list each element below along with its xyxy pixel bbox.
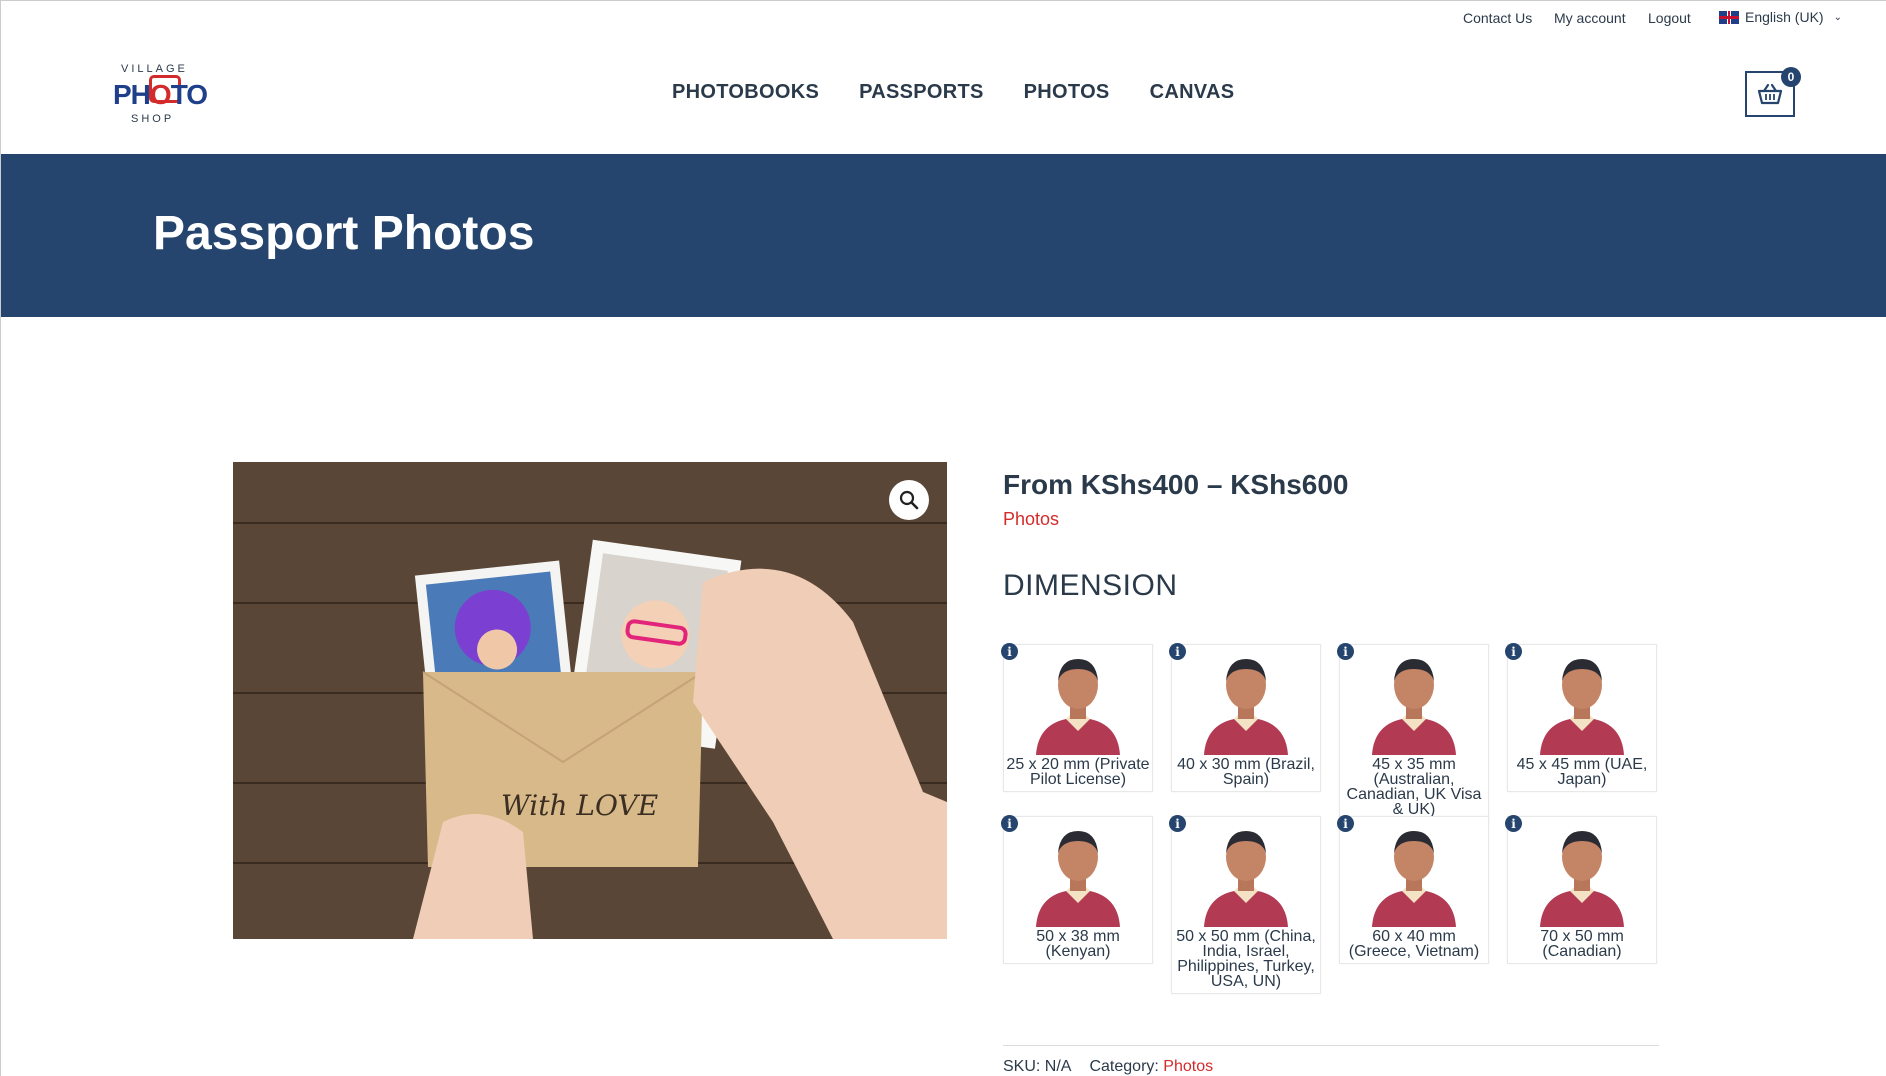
nav-passports[interactable]: PASSPORTS [859,81,984,104]
info-icon[interactable]: i [1505,815,1522,832]
dimension-option[interactable]: 45 x 45 mm (UAE, Japan) [1507,644,1657,792]
avatar-icon [1540,659,1624,755]
info-icon[interactable]: i [1505,643,1522,660]
language-switcher[interactable]: English (UK) ⌄ [1719,9,1842,25]
cart-button[interactable]: 0 [1745,67,1801,117]
logo-text-shop: SHOP [131,113,175,125]
dimension-thumbnail [1172,817,1320,927]
info-icon[interactable]: i [1169,643,1186,660]
page-banner: Passport Photos [1,154,1886,317]
category-link[interactable]: Photos [1163,1058,1213,1075]
dimension-option[interactable]: 25 x 20 mm (Private Pilot License) [1003,644,1153,792]
product-category-link[interactable]: Photos [1003,509,1059,530]
avatar-icon [1036,831,1120,927]
contact-us-link[interactable]: Contact Us [1463,10,1532,26]
top-utility-bar: Contact Us My account Logout English (UK… [1,1,1886,37]
dimension-option-label: 50 x 50 mm (China, India, Israel, Philip… [1176,928,1316,990]
photo-envelope-illustration: With LOVE [413,539,947,939]
dimension-option-label: 50 x 38 mm (Kenyan) [1036,928,1120,960]
nav-canvas[interactable]: CANVAS [1150,81,1235,104]
language-label: English (UK) [1745,9,1824,25]
site-logo[interactable]: VILLAGE PHOTO SHOP [99,57,209,137]
sku: SKU: N/A [1003,1058,1072,1075]
info-icon[interactable]: i [1169,815,1186,832]
avatar-icon [1540,831,1624,927]
nav-photos[interactable]: PHOTOS [1024,81,1110,104]
dimension-thumbnail [1172,645,1320,755]
dimension-thumbnail [1004,645,1152,755]
info-icon[interactable]: i [1337,815,1354,832]
dimension-option[interactable]: 50 x 38 mm (Kenyan) [1003,816,1153,964]
avatar-icon [1036,659,1120,755]
dimension-thumbnail [1004,817,1152,927]
category: Category: Photos [1089,1058,1214,1075]
avatar-icon [1204,659,1288,755]
dimension-option-label: 40 x 30 mm (Brazil, Spain) [1177,756,1315,788]
chevron-down-icon: ⌄ [1833,11,1842,23]
page-title: Passport Photos [153,207,535,260]
cart-count-badge: 0 [1781,67,1801,87]
svg-text:With LOVE: With LOVE [501,789,658,822]
dimension-thumbnail [1340,645,1488,755]
meta-divider [1003,1045,1659,1046]
logo-text-village: VILLAGE [121,63,188,75]
dimension-label: DIMENSION [1003,569,1178,602]
basket-icon [1757,83,1783,105]
avatar-icon [1372,831,1456,927]
dimension-option[interactable]: 50 x 50 mm (China, India, Israel, Philip… [1171,816,1321,994]
nav-photobooks[interactable]: PHOTOBOOKS [672,81,819,104]
dimension-option-label: 45 x 45 mm (UAE, Japan) [1516,756,1648,788]
logout-link[interactable]: Logout [1648,10,1691,26]
dimension-thumbnail [1340,817,1488,927]
dimension-thumbnail [1508,817,1656,927]
dimension-option-label: 45 x 35 mm (Australian, Canadian, UK Vis… [1346,756,1482,818]
my-account-link[interactable]: My account [1554,10,1626,26]
dimension-thumbnail [1508,645,1656,755]
product-meta: SKU: N/A Category: Photos [1003,1058,1213,1076]
logo-text-photo: PHOTO [113,79,208,110]
info-icon[interactable]: i [1337,643,1354,660]
info-icon[interactable]: i [1001,643,1018,660]
magnifier-icon [899,490,919,510]
product-image[interactable]: With LOVE [233,462,947,939]
avatar-icon [1204,831,1288,927]
main-navigation: PHOTOBOOKS PASSPORTS PHOTOS CANVAS [672,81,1234,104]
dimension-option[interactable]: 40 x 30 mm (Brazil, Spain) [1171,644,1321,792]
avatar-icon [1372,659,1456,755]
dimension-option-label: 25 x 20 mm (Private Pilot License) [1006,756,1150,788]
info-icon[interactable]: i [1001,815,1018,832]
dimension-option[interactable]: 60 x 40 mm (Greece, Vietnam) [1339,816,1489,964]
dimension-option[interactable]: 45 x 35 mm (Australian, Canadian, UK Vis… [1339,644,1489,822]
uk-flag-icon [1719,10,1739,24]
dimension-option[interactable]: 70 x 50 mm (Canadian) [1507,816,1657,964]
zoom-button[interactable] [889,480,929,520]
product-price: From KShs400 – KShs600 [1003,469,1349,500]
dimension-option-label: 70 x 50 mm (Canadian) [1540,928,1624,960]
dimension-option-label: 60 x 40 mm (Greece, Vietnam) [1348,928,1480,960]
